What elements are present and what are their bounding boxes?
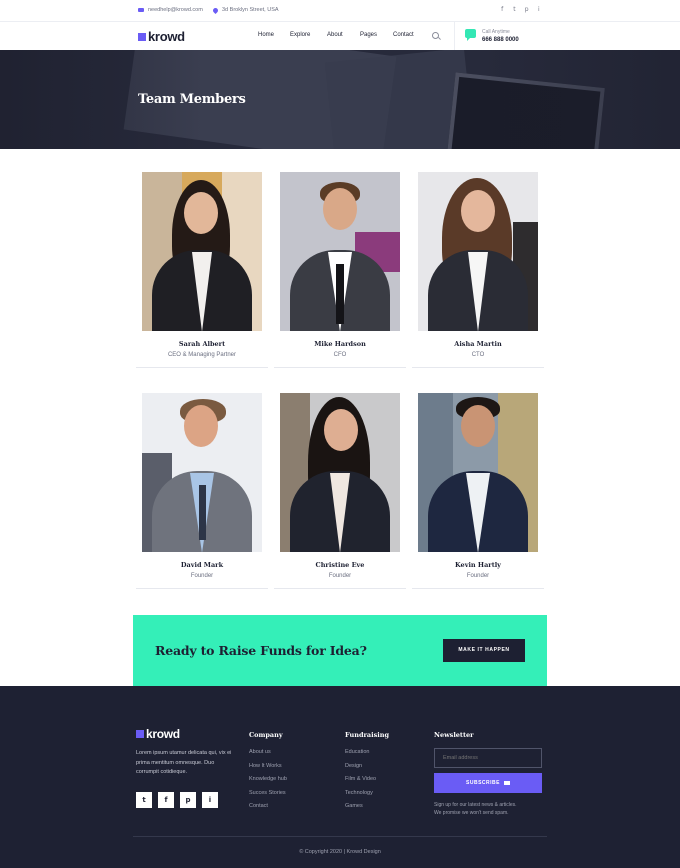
newsletter-note-line: We promise we won't send spam.	[434, 810, 509, 816]
email-text[interactable]: needhelp@krowd.com	[148, 7, 203, 13]
footer-link-knowledge-hub[interactable]: Knowledge hub	[249, 776, 287, 782]
member-name: Aisha Martin	[454, 340, 502, 348]
footer-social-links: t f p i	[136, 792, 218, 808]
member-role: Founder	[328, 573, 352, 579]
nav-item-contact[interactable]: Contact	[393, 32, 414, 38]
instagram-icon[interactable]: i	[536, 6, 542, 13]
team-photo	[280, 172, 400, 331]
team-card[interactable]: Kevin Hartly Founder	[412, 393, 544, 589]
call-label: Call Anytime	[482, 29, 510, 35]
location-pin-icon	[211, 6, 220, 14]
top-social-links: f t p i	[499, 6, 542, 13]
member-role: CTO	[471, 352, 485, 358]
logo[interactable]: krowd	[138, 29, 185, 44]
footer-newsletter-column: Newsletter	[434, 731, 474, 749]
logo-text: krowd	[148, 29, 185, 44]
team-card[interactable]: Aisha Martin CTO	[412, 172, 544, 368]
envelope-icon	[503, 780, 510, 785]
newsletter-note-line: Sign up for our latest news & articles.	[434, 802, 517, 808]
footer-column-title: Company	[249, 731, 283, 739]
footer-link-film-video[interactable]: Film & Video	[345, 776, 389, 782]
footer-fundraising-column: Fundraising Education Design Film & Vide…	[345, 731, 389, 817]
facebook-icon[interactable]: f	[499, 6, 505, 13]
footer-company-column: Company About us How It Works Knowledge …	[249, 731, 287, 817]
envelope-icon	[138, 8, 144, 12]
member-name: Sarah Albert	[178, 340, 226, 348]
top-bar: needhelp@krowd.com 3d Broklyn Street, US…	[0, 0, 680, 22]
team-card[interactable]: David Mark Founder	[136, 393, 268, 589]
make-it-happen-button[interactable]: MAKE IT HAPPEN	[443, 639, 525, 662]
page-title: Team Members	[138, 92, 246, 107]
pinterest-icon[interactable]: p	[180, 792, 196, 808]
footer-link-design[interactable]: Design	[345, 763, 389, 769]
member-name: David Mark	[180, 561, 224, 569]
main-nav: krowd Home Explore About Pages Contact C…	[0, 22, 680, 50]
nav-divider	[454, 22, 455, 50]
member-name: Mike Hardson	[314, 340, 366, 348]
footer-link-success-stories[interactable]: Succes Stories	[249, 790, 287, 796]
footer-about-text: Lorem ipsum utamur delicata qui, vix ei …	[136, 750, 232, 775]
phone-number[interactable]: 666 888 0000	[482, 37, 519, 43]
footer-link-education[interactable]: Education	[345, 749, 389, 755]
member-name: Christine Eve	[315, 561, 365, 569]
footer-logo[interactable]: krowd	[136, 727, 180, 741]
logo-mark-icon	[136, 730, 144, 738]
pinterest-icon[interactable]: p	[524, 6, 530, 13]
footer-logo-text: krowd	[146, 727, 180, 741]
twitter-icon[interactable]: t	[136, 792, 152, 808]
subscribe-label: SUBSCRIBE	[466, 780, 500, 786]
address-info: 3d Broklyn Street, USA	[211, 6, 279, 14]
team-photo	[418, 393, 538, 552]
footer-link-about-us[interactable]: About us	[249, 749, 287, 755]
member-role: Founder	[466, 573, 490, 579]
member-role: CEO & Managing Partner	[167, 352, 237, 358]
facebook-icon[interactable]: f	[158, 792, 174, 808]
member-role: Founder	[190, 573, 214, 579]
footer-link-contact[interactable]: Contact	[249, 803, 287, 809]
newsletter-email-input[interactable]	[434, 748, 542, 768]
footer-link-technology[interactable]: Technology	[345, 790, 389, 796]
address-text: 3d Broklyn Street, USA	[222, 7, 279, 13]
page-header: Team Members	[0, 50, 680, 149]
nav-item-explore[interactable]: Explore	[290, 32, 310, 38]
newsletter-note: Sign up for our latest news & articles. …	[434, 801, 544, 817]
footer-column-title: Fundraising	[345, 731, 390, 739]
cta-banner: Ready to Raise Funds for Idea? MAKE IT H…	[133, 615, 547, 686]
team-card[interactable]: Sarah Albert CEO & Managing Partner	[136, 172, 268, 368]
footer-link-how-it-works[interactable]: How It Works	[249, 763, 287, 769]
cta-title: Ready to Raise Funds for Idea?	[155, 643, 367, 658]
chat-icon	[465, 29, 476, 41]
email-info[interactable]: needhelp@krowd.com	[138, 7, 203, 13]
hero-overlay	[0, 50, 680, 149]
footer-divider	[133, 836, 547, 837]
team-photo	[142, 172, 262, 331]
team-card[interactable]: Mike Hardson CFO	[274, 172, 406, 368]
copyright-text: © Copyright 2020 | Krowd Design	[299, 849, 381, 855]
instagram-icon[interactable]: i	[202, 792, 218, 808]
search-icon[interactable]	[432, 32, 439, 39]
team-card[interactable]: Christine Eve Founder	[274, 393, 406, 589]
team-photo	[142, 393, 262, 552]
nav-item-pages[interactable]: Pages	[360, 32, 377, 38]
footer: krowd Lorem ipsum utamur delicata qui, v…	[0, 686, 680, 868]
footer-column-title: Newsletter	[434, 731, 474, 739]
subscribe-button[interactable]: SUBSCRIBE	[434, 773, 542, 793]
member-role: CFO	[333, 352, 347, 358]
logo-mark-icon	[138, 32, 146, 41]
nav-item-about[interactable]: About	[327, 32, 343, 38]
twitter-icon[interactable]: t	[511, 6, 517, 13]
footer-link-games[interactable]: Games	[345, 803, 389, 809]
member-name: Kevin Hartly	[455, 561, 501, 569]
team-photo	[418, 172, 538, 331]
team-photo	[280, 393, 400, 552]
nav-item-home[interactable]: Home	[258, 32, 274, 38]
